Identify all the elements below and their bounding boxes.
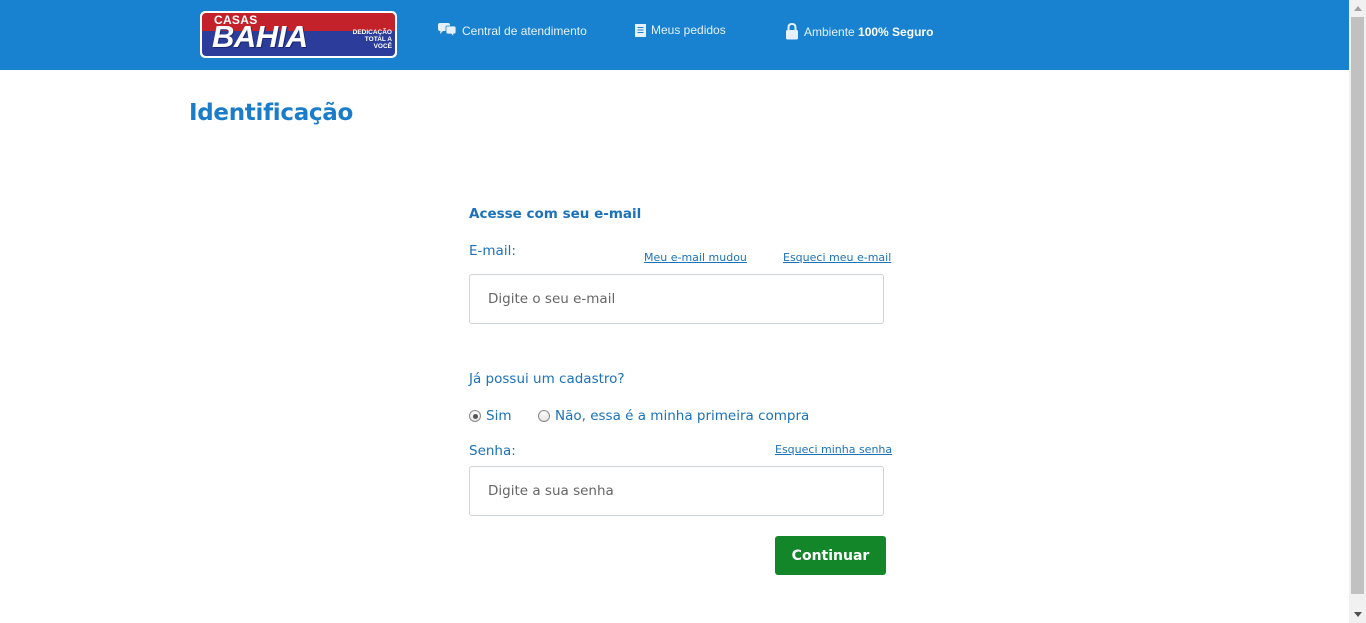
email-label: E-mail: (469, 243, 516, 259)
top-header: CASAS BAHIA DEDICAÇÃO TOTAL A VOCÊ Centr… (0, 0, 1349, 70)
radio-no-label: Não, essa é a minha primeira compra (555, 408, 810, 424)
forgot-password-link[interactable]: Esqueci minha senha (775, 443, 892, 456)
secure-bold-text: 100% Seguro (858, 24, 934, 39)
radio-no-button[interactable] (538, 410, 550, 422)
continue-button[interactable]: Continuar (775, 536, 886, 575)
logo-badge: CASAS BAHIA DEDICAÇÃO TOTAL A VOCÊ (202, 13, 395, 56)
scroll-down-arrow-icon[interactable] (1349, 606, 1366, 623)
scroll-up-arrow-icon[interactable] (1349, 0, 1366, 17)
my-orders-label: Meus pedidos (651, 23, 726, 37)
radio-no[interactable]: Não, essa é a minha primeira compra (538, 408, 809, 424)
vertical-scrollbar[interactable] (1349, 0, 1366, 623)
account-question: Já possui um cadastro? (469, 371, 625, 387)
secure-prefix-text: Ambiente (804, 24, 859, 39)
logo-tagline-line: DEDICAÇÃO (352, 29, 392, 36)
logo-tagline-line: VOCÊ (373, 43, 392, 50)
form-section-title: Acesse com seu e-mail (469, 206, 642, 222)
lock-icon (785, 23, 799, 40)
radio-yes-label: Sim (486, 408, 512, 424)
email-field[interactable] (469, 274, 884, 324)
secure-environment: Ambiente 100% Seguro (785, 23, 933, 40)
my-orders-link[interactable]: Meus pedidos (635, 23, 726, 37)
email-changed-link[interactable]: Meu e-mail mudou (644, 251, 747, 264)
document-icon (635, 23, 646, 37)
customer-service-label: Central de atendimento (462, 23, 587, 38)
password-field[interactable] (469, 466, 884, 516)
casas-bahia-logo[interactable]: CASAS BAHIA DEDICAÇÃO TOTAL A VOCÊ (200, 11, 397, 58)
logo-tagline: DEDICAÇÃO TOTAL A VOCÊ (350, 29, 392, 50)
customer-service-link[interactable]: Central de atendimento (437, 23, 587, 38)
scrollbar-thumb[interactable] (1351, 17, 1364, 594)
forgot-email-link[interactable]: Esqueci meu e-mail (783, 251, 891, 264)
logo-tagline-line: TOTAL A (364, 36, 392, 43)
chat-bubbles-icon (437, 23, 457, 38)
radio-yes-button[interactable] (469, 410, 481, 422)
logo-bahia-text: BAHIA (212, 19, 308, 54)
password-label: Senha: (469, 443, 516, 459)
radio-yes[interactable]: Sim (469, 408, 511, 424)
page-title: Identificação (189, 100, 353, 126)
